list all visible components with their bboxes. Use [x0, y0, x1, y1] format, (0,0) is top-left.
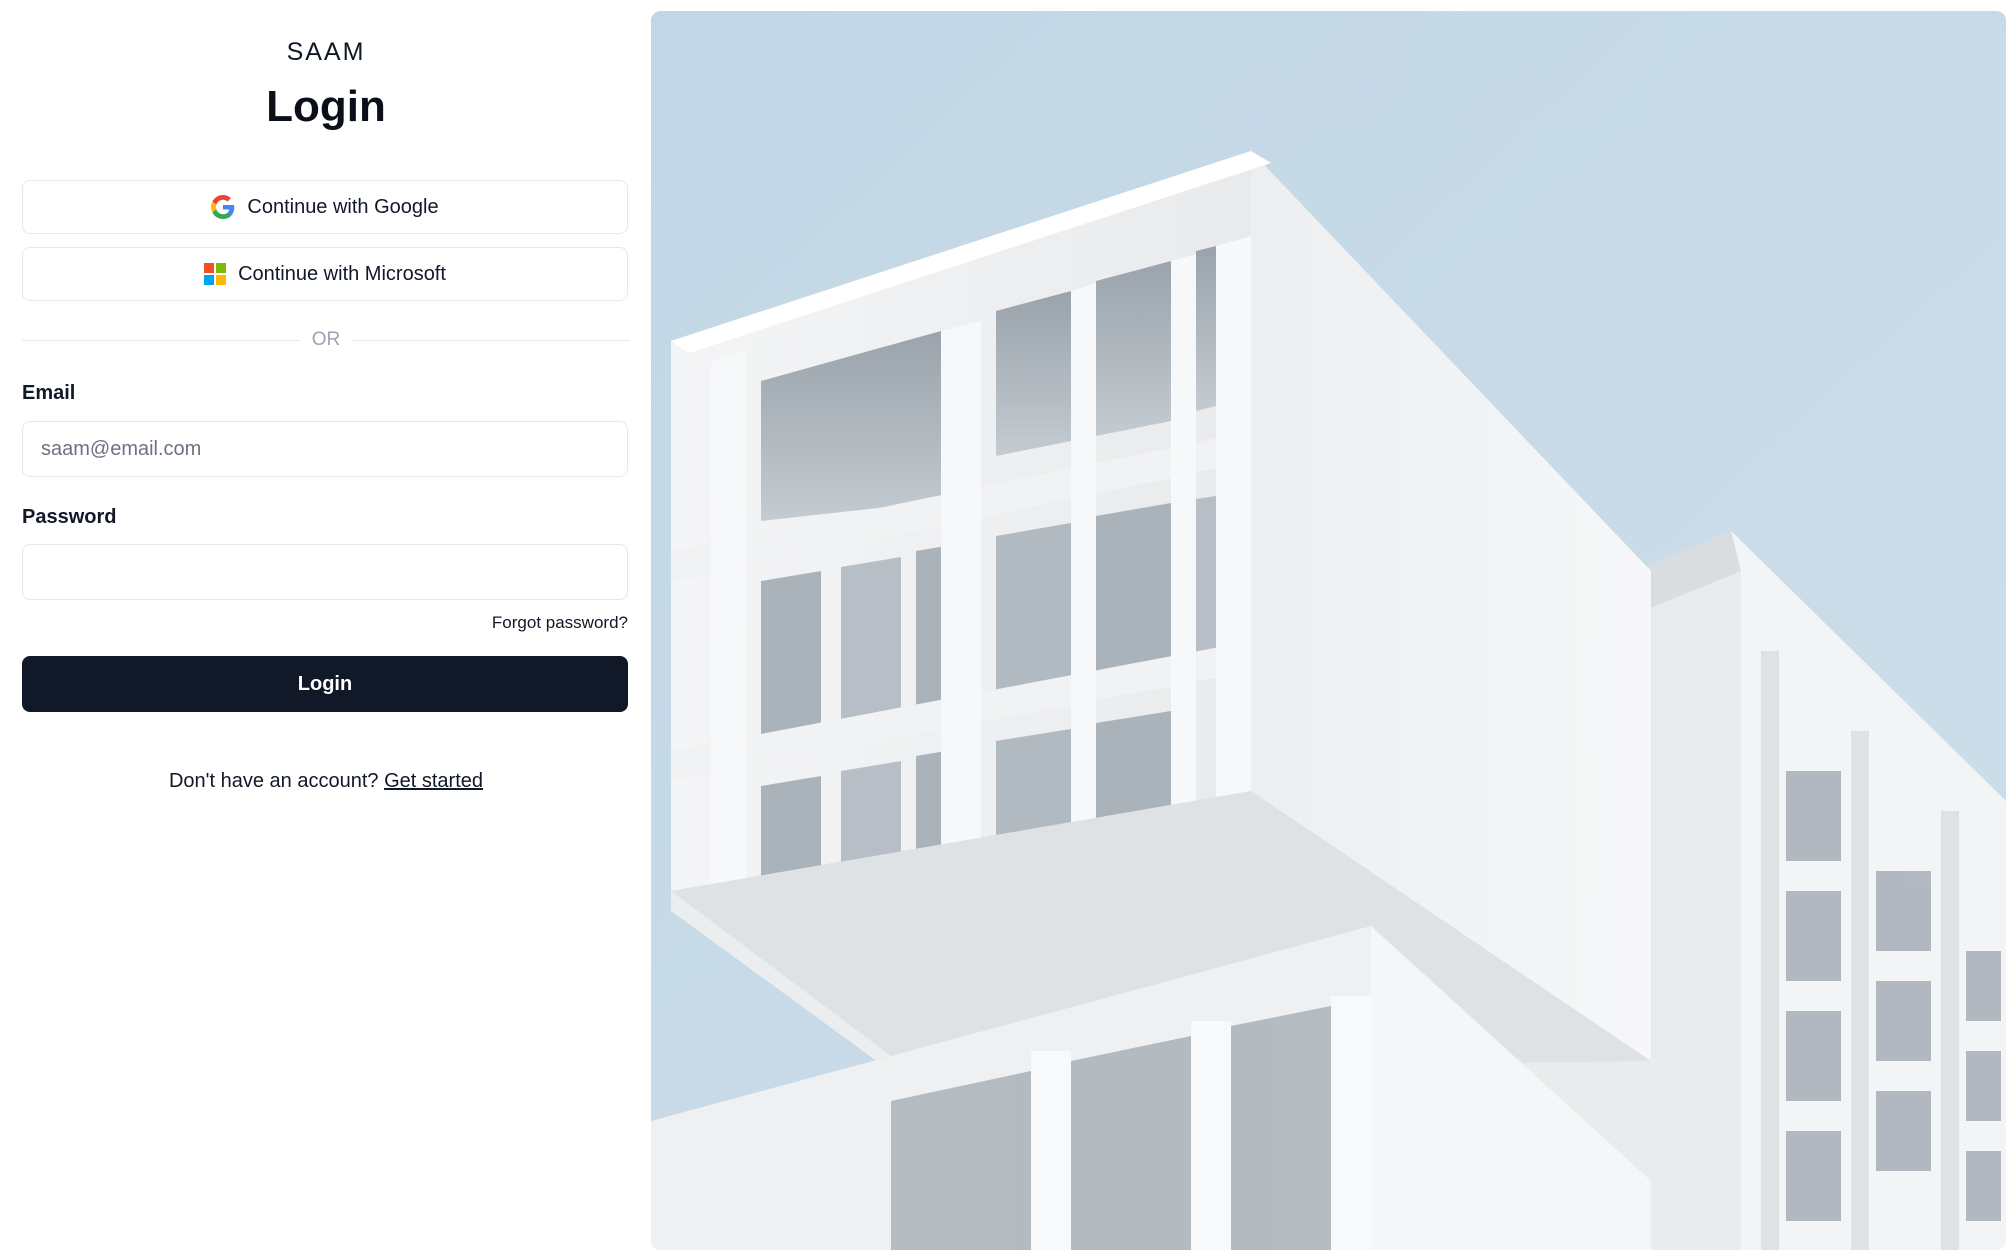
brand-logo: SAAM	[286, 38, 366, 66]
hero-image	[651, 11, 2006, 1250]
get-started-link[interactable]: Get started	[384, 770, 483, 792]
email-label: Email	[22, 382, 76, 404]
password-field[interactable]	[22, 544, 628, 600]
login-panel: SAAM Login Continue with Google Continue…	[22, 0, 630, 1260]
divider-text: OR	[311, 329, 341, 350]
continue-with-microsoft-button[interactable]: Continue with Microsoft	[22, 247, 628, 301]
login-button[interactable]: Login	[22, 656, 628, 712]
or-divider: OR	[22, 328, 630, 352]
email-field[interactable]	[22, 421, 628, 477]
microsoft-logo-icon	[204, 263, 227, 285]
divider-line-right	[352, 339, 630, 341]
microsoft-button-label: Continue with Microsoft	[238, 262, 446, 285]
signup-prompt-text: Don't have an account?	[168, 770, 379, 792]
divider-line-left	[22, 339, 300, 341]
continue-with-google-button[interactable]: Continue with Google	[22, 180, 628, 234]
signup-prompt: Don't have an account? Get started	[22, 770, 630, 793]
google-button-label: Continue with Google	[247, 195, 439, 218]
password-label: Password	[22, 506, 117, 528]
page-title: Login	[266, 82, 386, 131]
google-logo-icon	[211, 195, 235, 219]
building-photo	[651, 11, 2006, 1250]
login-page: SAAM Login Continue with Google Continue…	[0, 0, 2016, 1260]
forgot-password-link[interactable]: Forgot password?	[492, 613, 628, 633]
